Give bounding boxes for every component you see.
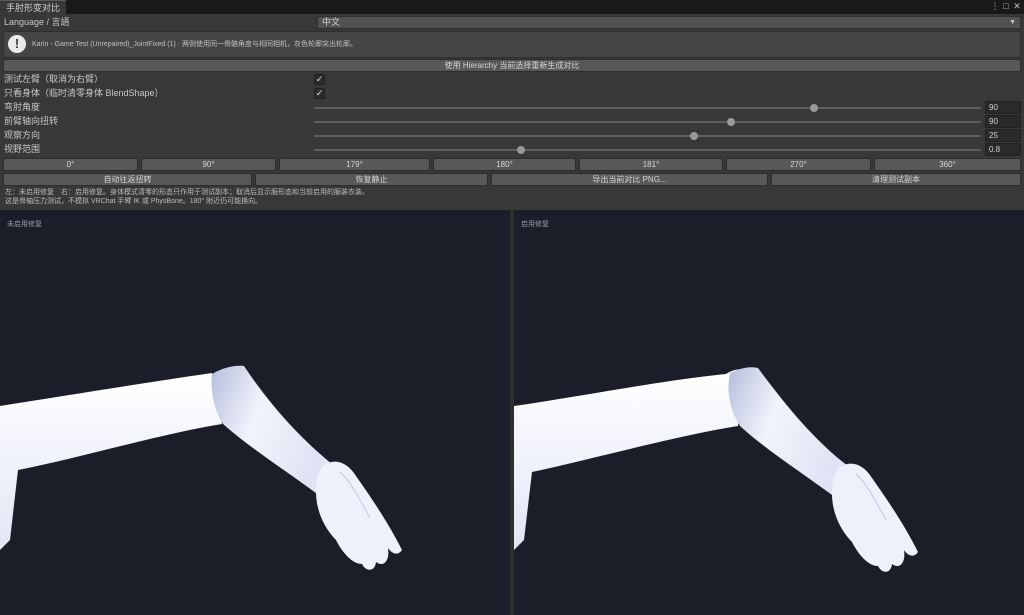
title-bar: 手肘形变对比 ⋮ □ ✕: [0, 0, 1024, 14]
window-tab[interactable]: 手肘形变对比: [0, 0, 67, 14]
toggle-row-left-arm: 测试左臂（取消为右臂） ✓: [3, 73, 1021, 86]
info-line: 这是骨轴压力测试，不模拟 VRChat 手臂 IK 或 PhysBone。180…: [5, 198, 263, 205]
preset-180-button[interactable]: 180°: [433, 158, 576, 171]
arm-render-repaired: [514, 367, 918, 572]
cleanup-copies-button[interactable]: 清理测试副本: [771, 173, 1021, 186]
viewport-label: 启用修复: [521, 221, 549, 228]
info-line: 左：未启用修复 右：启用修复。身体模式清零的形态只作用于测试副本；取消后显示服形…: [5, 189, 369, 196]
exclamation-icon: !: [8, 35, 26, 53]
viewport-label: 未启用修复: [7, 221, 42, 228]
auto-twist-button[interactable]: 自动往返扭转: [3, 173, 252, 186]
slider-label: 观察方向: [4, 130, 41, 140]
slider-row-field-of-view: 视野范围 0.8: [3, 143, 1021, 156]
maximize-icon[interactable]: □: [1001, 1, 1011, 12]
viewport-repaired[interactable]: 启用修复: [514, 210, 1024, 615]
help-box: ! Karin - Game Test (Unrepaired)_JointFi…: [3, 31, 1021, 58]
slider-label: 前臂轴向扭转: [4, 116, 59, 126]
viewport-unrepaired[interactable]: 未启用修复: [0, 210, 510, 615]
slider-thumb[interactable]: [516, 146, 525, 154]
slider-label: 弯肘角度: [4, 102, 41, 112]
slider-track[interactable]: [314, 104, 981, 112]
reset-static-button[interactable]: 恢复静止: [255, 173, 488, 186]
slider-row-bend-angle: 弯肘角度 90: [3, 101, 1021, 114]
preset-90-button[interactable]: 90°: [141, 158, 276, 171]
slider-thumb[interactable]: [690, 132, 699, 140]
help-text: Karin - Game Test (Unrepaired)_JointFixe…: [32, 41, 358, 48]
slider-thumb[interactable]: [726, 118, 735, 126]
kebab-menu-icon[interactable]: ⋮: [990, 1, 1000, 12]
toggle-label: 测试左臂（取消为右臂）: [4, 74, 104, 84]
slider-row-view-direction: 观察方向 25: [3, 129, 1021, 142]
view-direction-field[interactable]: 25: [985, 129, 1021, 142]
preset-181-button[interactable]: 181°: [579, 158, 723, 171]
language-label: Language / 言語: [4, 17, 70, 27]
chevron-down-icon: ▼: [1009, 19, 1016, 26]
bend-angle-field[interactable]: 90: [985, 101, 1021, 114]
export-png-button[interactable]: 导出当前对比 PNG...: [491, 173, 768, 186]
field-of-view-field[interactable]: 0.8: [985, 143, 1021, 156]
regenerate-comparison-button[interactable]: 使用 Hierarchy 当前选择重新生成对比: [3, 59, 1021, 72]
info-text: 左：未启用修复 右：启用修复。身体模式清零的形态只作用于测试副本；取消后显示服形…: [3, 187, 1021, 208]
language-value: 中文: [322, 17, 341, 27]
close-icon[interactable]: ✕: [1012, 1, 1022, 12]
preset-0-button[interactable]: 0°: [3, 158, 138, 171]
language-row: Language / 言語 中文 ▼: [3, 16, 1021, 29]
preset-360-button[interactable]: 360°: [874, 158, 1021, 171]
slider-row-forearm-twist: 前臂轴向扭转 90: [3, 115, 1021, 128]
left-arm-checkbox[interactable]: ✓: [314, 74, 325, 85]
forearm-twist-field[interactable]: 90: [985, 115, 1021, 128]
arm-render-unrepaired: [0, 365, 402, 570]
body-only-checkbox[interactable]: ✓: [314, 88, 325, 99]
slider-label: 视野范围: [4, 144, 41, 154]
slider-thumb[interactable]: [810, 104, 819, 112]
toggle-row-body-only: 只看身体（临时清零身体 BlendShape） ✓: [3, 87, 1021, 100]
slider-track[interactable]: [314, 118, 981, 126]
language-dropdown[interactable]: 中文 ▼: [317, 16, 1021, 29]
toggle-label: 只看身体（临时清零身体 BlendShape）: [4, 88, 164, 98]
slider-track[interactable]: [314, 132, 981, 140]
slider-track[interactable]: [314, 146, 981, 154]
preset-270-button[interactable]: 270°: [726, 158, 871, 171]
preset-179-button[interactable]: 179°: [279, 158, 430, 171]
